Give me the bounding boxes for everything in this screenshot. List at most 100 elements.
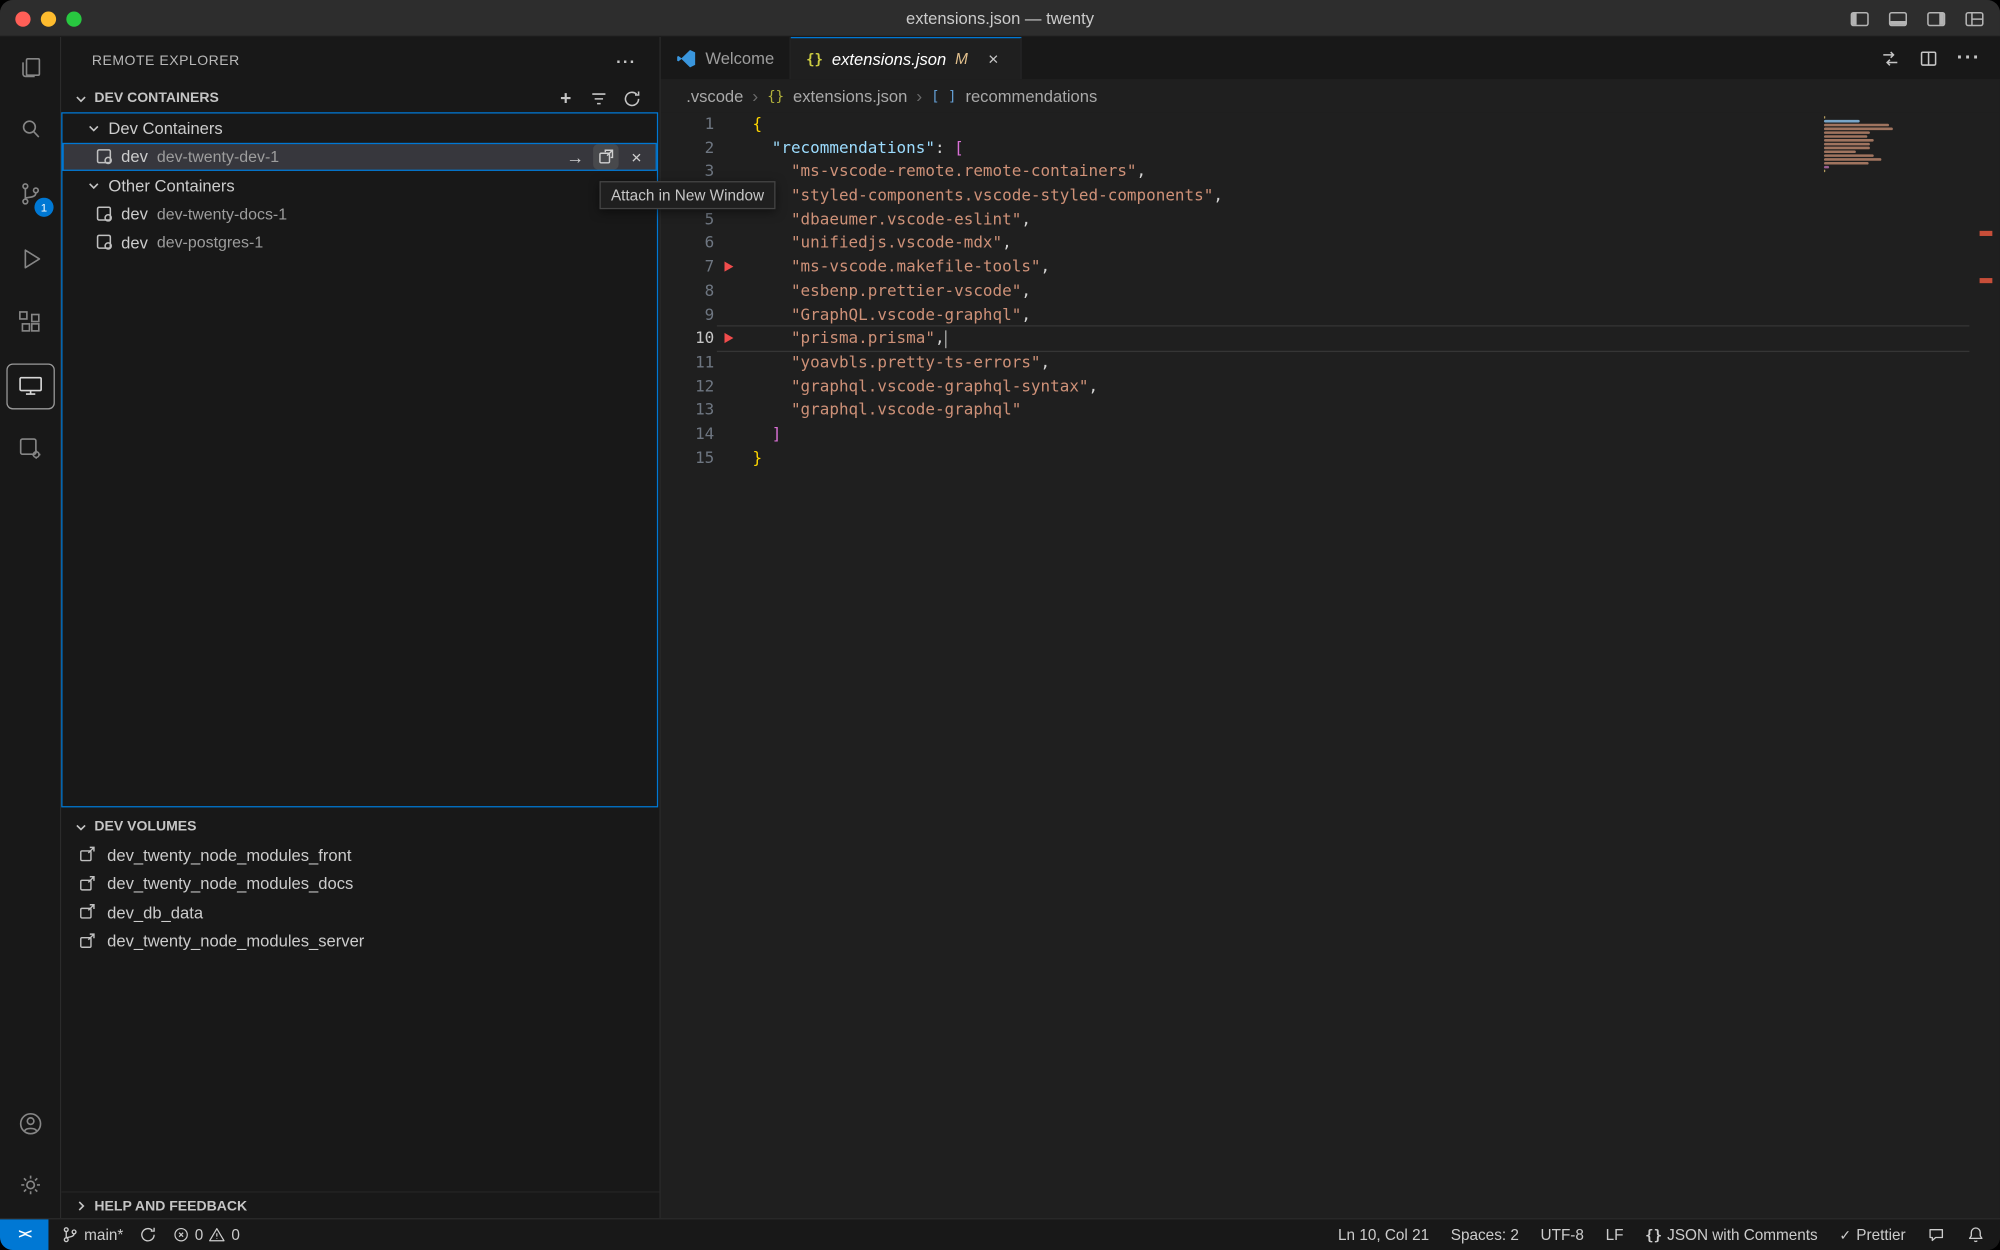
tree-item-dev-postgres-1[interactable]: dev dev-postgres-1: [62, 228, 656, 257]
code-line[interactable]: 6 "unifiedjs.vscode-mdx",: [661, 231, 2000, 255]
volume-icon: [78, 931, 98, 951]
volume-item[interactable]: dev_twenty_node_modules_server: [61, 927, 659, 956]
code-line[interactable]: 7 "ms-vscode.makefile-tools",: [661, 255, 2000, 279]
tab-welcome[interactable]: Welcome: [661, 37, 791, 79]
minimize-window-button[interactable]: [41, 11, 56, 26]
section-dev-volumes[interactable]: DEV VOLUMES: [61, 812, 659, 840]
sidebar-more-actions-icon[interactable]: ···: [614, 48, 640, 74]
encoding[interactable]: UTF-8: [1541, 1226, 1584, 1244]
attach-current-window-icon[interactable]: →: [562, 144, 588, 170]
tree-group-dev-containers[interactable]: Dev Containers: [62, 114, 656, 143]
explorer-icon[interactable]: [4, 42, 58, 93]
run-debug-icon[interactable]: [4, 233, 58, 284]
new-dev-container-button[interactable]: +: [555, 87, 577, 109]
line-number[interactable]: 11: [661, 351, 715, 375]
line-number[interactable]: 8: [661, 279, 715, 303]
line-number[interactable]: 7: [661, 255, 715, 279]
code-lines: 1{2 "recommendations": [3 "ms-vscode-rem…: [661, 112, 2000, 470]
indentation[interactable]: Spaces: 2: [1451, 1226, 1519, 1244]
line-number[interactable]: 10: [661, 327, 715, 351]
git-modified-badge: M: [955, 50, 968, 68]
tree-group-other-containers[interactable]: Other Containers: [62, 171, 656, 200]
remote-indicator-button[interactable]: ><: [0, 1219, 48, 1250]
volume-item[interactable]: dev_twenty_node_modules_docs: [61, 869, 659, 898]
toggle-sidebar-right-icon[interactable]: [1920, 4, 1952, 33]
editor-more-actions-icon[interactable]: ···: [1957, 47, 1981, 70]
filter-list-icon[interactable]: [588, 87, 610, 109]
git-branch-status[interactable]: main*: [61, 1226, 123, 1244]
code-line[interactable]: 11 "yoavbls.pretty-ts-errors",: [661, 351, 2000, 375]
text-cursor: [945, 330, 947, 348]
titlebar: extensions.json — twenty: [0, 0, 2000, 37]
sidebar-title: REMOTE EXPLORER: [61, 37, 659, 84]
toggle-panel-bottom-icon[interactable]: [1881, 4, 1913, 33]
open-changes-icon[interactable]: [1880, 48, 1900, 68]
problems-status[interactable]: 0 0: [172, 1226, 240, 1244]
scm-badge: 1: [34, 198, 53, 217]
tree-item-dev-twenty-dev-1[interactable]: dev dev-twenty-dev-1 → ×: [62, 142, 656, 171]
chevron-right-icon: [71, 1197, 89, 1215]
breadcrumb-symbol[interactable]: recommendations: [965, 86, 1097, 105]
refresh-icon[interactable]: [621, 87, 643, 109]
customize-layout-icon[interactable]: [1958, 4, 1990, 33]
code-editor[interactable]: 1{2 "recommendations": [3 "ms-vscode-rem…: [661, 112, 2000, 1218]
eol-sequence[interactable]: LF: [1606, 1226, 1624, 1244]
line-number[interactable]: 15: [661, 446, 715, 470]
line-number[interactable]: 1: [661, 112, 715, 136]
code-line[interactable]: 1{: [661, 112, 2000, 136]
close-tab-icon[interactable]: ×: [982, 47, 1005, 70]
tree-item-dev-twenty-docs-1[interactable]: dev dev-twenty-docs-1: [62, 200, 656, 229]
volume-item[interactable]: dev_db_data: [61, 898, 659, 927]
code-line[interactable]: 3 "ms-vscode-remote.remote-containers",: [661, 160, 2000, 184]
formatter-status[interactable]: ✓ Prettier: [1839, 1226, 1905, 1244]
notifications-bell-icon[interactable]: [1967, 1226, 1985, 1244]
sync-changes-icon[interactable]: [139, 1226, 157, 1244]
line-number[interactable]: 9: [661, 303, 715, 327]
split-editor-icon[interactable]: [1918, 48, 1938, 68]
section-dev-containers[interactable]: DEV CONTAINERS +: [61, 84, 659, 112]
close-window-button[interactable]: [15, 11, 30, 26]
breadcrumb-folder[interactable]: .vscode: [686, 86, 743, 105]
line-number[interactable]: 13: [661, 398, 715, 422]
breadcrumb-file[interactable]: extensions.json: [793, 86, 907, 105]
code-line[interactable]: 10 "prisma.prisma",: [661, 327, 2000, 351]
search-icon[interactable]: [4, 103, 58, 154]
window-controls: [15, 0, 81, 37]
tab-extensions-json[interactable]: {} extensions.json M ×: [791, 37, 1022, 79]
line-number[interactable]: 5: [661, 208, 715, 232]
remote-explorer-icon[interactable]: [4, 361, 58, 412]
code-line[interactable]: 13 "graphql.vscode-graphql": [661, 398, 2000, 422]
toggle-sidebar-left-icon[interactable]: [1843, 4, 1875, 33]
settings-gear-icon[interactable]: [4, 1159, 58, 1210]
chevron-down-icon: [71, 818, 89, 836]
code-line[interactable]: 9 "GraphQL.vscode-graphql",: [661, 303, 2000, 327]
volume-item[interactable]: dev_twenty_node_modules_front: [61, 841, 659, 870]
remove-container-icon[interactable]: ×: [624, 144, 650, 170]
line-number[interactable]: 6: [661, 231, 715, 255]
code-line[interactable]: 2 "recommendations": [: [661, 136, 2000, 160]
zoom-window-button[interactable]: [66, 11, 81, 26]
language-mode[interactable]: {} JSON with Comments: [1645, 1226, 1818, 1244]
line-number[interactable]: 14: [661, 422, 715, 446]
json-file-icon: {}: [806, 50, 823, 67]
warnings-icon: [208, 1226, 226, 1244]
feedback-icon[interactable]: [1927, 1226, 1945, 1244]
minimap[interactable]: [1824, 116, 1898, 173]
attach-new-window-icon[interactable]: [593, 144, 619, 170]
source-control-icon[interactable]: 1: [4, 168, 58, 219]
line-number[interactable]: 12: [661, 374, 715, 398]
dev-containers-icon[interactable]: [4, 423, 58, 474]
breadcrumb: .vscode › {} extensions.json › [ ] recom…: [661, 79, 2000, 112]
code-line[interactable]: 5 "dbaeumer.vscode-eslint",: [661, 208, 2000, 232]
code-line[interactable]: 12 "graphql.vscode-graphql-syntax",: [661, 374, 2000, 398]
line-number[interactable]: 2: [661, 136, 715, 160]
cursor-position[interactable]: Ln 10, Col 21: [1338, 1226, 1429, 1244]
code-line[interactable]: 8 "esbenp.prettier-vscode",: [661, 279, 2000, 303]
extensions-icon[interactable]: [4, 297, 58, 348]
code-line[interactable]: 4 "styled-components.vscode-styled-compo…: [661, 184, 2000, 208]
accounts-icon[interactable]: [4, 1098, 58, 1149]
code-line[interactable]: 14 ]: [661, 422, 2000, 446]
section-help-and-feedback[interactable]: HELP AND FEEDBACK: [61, 1191, 659, 1219]
check-icon: ✓: [1839, 1226, 1851, 1243]
code-line[interactable]: 15}: [661, 446, 2000, 470]
